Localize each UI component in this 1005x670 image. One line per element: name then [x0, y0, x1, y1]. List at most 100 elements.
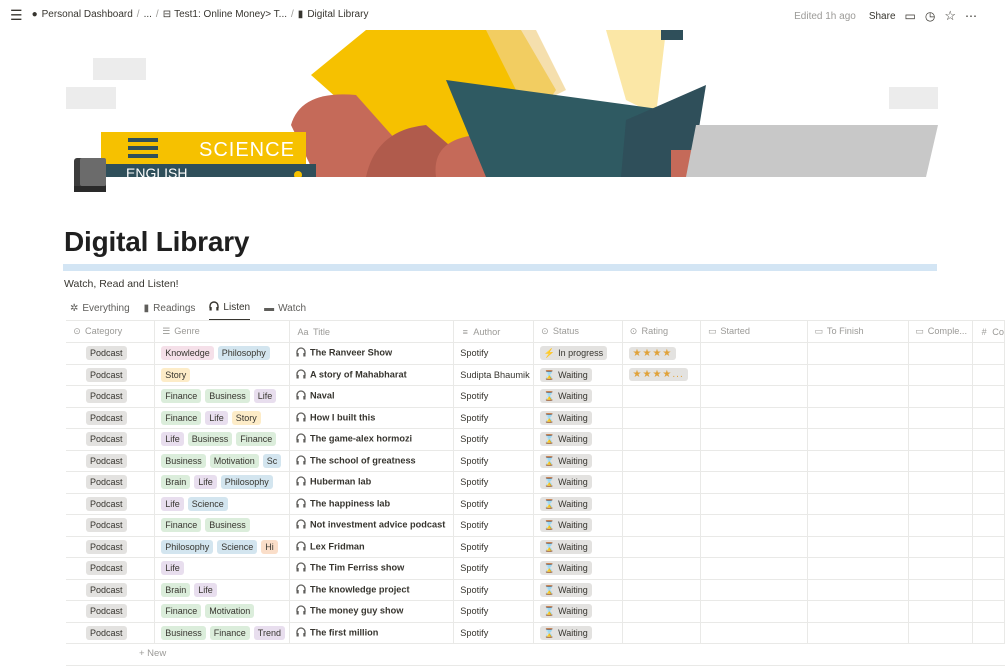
- cell-rating[interactable]: [622, 385, 702, 408]
- cell-started[interactable]: [700, 557, 808, 580]
- more-icon[interactable]: ⋯: [965, 9, 977, 23]
- cell-category[interactable]: Podcast: [66, 428, 156, 451]
- cell-title[interactable]: How I built this: [289, 407, 455, 429]
- column-header-5[interactable]: ⊙ Rating: [622, 321, 702, 343]
- cell-author[interactable]: Spotify: [453, 557, 534, 580]
- cell-to-finish[interactable]: [807, 622, 909, 644]
- cell-count[interactable]: [972, 364, 1005, 386]
- cell-author[interactable]: Spotify: [453, 600, 534, 623]
- cell-status[interactable]: ⌛ Waiting: [533, 471, 623, 494]
- cell-rating[interactable]: ★★★★: [622, 342, 702, 365]
- cell-author[interactable]: Spotify: [453, 342, 534, 365]
- cell-category[interactable]: Podcast: [66, 471, 156, 494]
- cell-genre[interactable]: Story: [154, 364, 290, 386]
- table-row[interactable]: Podcast Life Science The happiness lab Spoti…: [66, 493, 1005, 515]
- cell-to-finish[interactable]: [807, 536, 909, 558]
- cell-status[interactable]: ⌛ Waiting: [533, 450, 623, 472]
- table-row[interactable]: Podcast Business Motivation Sc The school of…: [66, 450, 1005, 472]
- cell-category[interactable]: Podcast: [66, 622, 156, 644]
- column-header-0[interactable]: ⊙ Category: [66, 321, 156, 343]
- cell-rating[interactable]: [622, 493, 702, 515]
- cell-completed[interactable]: [908, 493, 974, 515]
- share-button[interactable]: Share: [869, 11, 896, 22]
- tab-listen[interactable]: Listen: [209, 301, 251, 321]
- cell-genre[interactable]: Finance Motivation: [154, 600, 290, 623]
- table-row[interactable]: Podcast Finance Business Life Naval Spotify ⌛ W…: [66, 385, 1005, 408]
- table-row[interactable]: Podcast Finance Motivation The money guy sh…: [66, 600, 1005, 623]
- cell-genre[interactable]: Life Business Finance: [154, 428, 290, 451]
- table-row[interactable]: Podcast Life Business Finance The game-alex …: [66, 428, 1005, 451]
- cell-category[interactable]: Podcast: [66, 536, 156, 558]
- cell-category[interactable]: Podcast: [66, 450, 156, 472]
- breadcrumb-item-test1[interactable]: ⊟ Test1: Online Money> T...: [163, 9, 287, 20]
- cell-completed[interactable]: [908, 600, 974, 623]
- cell-count[interactable]: [972, 342, 1005, 365]
- cell-started[interactable]: [700, 364, 808, 386]
- cell-rating[interactable]: [622, 536, 702, 558]
- cell-started[interactable]: [700, 407, 808, 429]
- cell-author[interactable]: Spotify: [453, 536, 534, 558]
- column-header-4[interactable]: ⊙ Status: [533, 321, 623, 343]
- cell-completed[interactable]: [908, 364, 974, 386]
- cell-category[interactable]: Podcast: [66, 557, 156, 580]
- cell-rating[interactable]: ★★★★...: [622, 364, 702, 386]
- cell-completed[interactable]: [908, 536, 974, 558]
- cell-started[interactable]: [700, 428, 808, 451]
- cell-started[interactable]: [700, 493, 808, 515]
- cell-started[interactable]: [700, 600, 808, 623]
- cell-status[interactable]: ⌛ Waiting: [533, 428, 623, 451]
- cell-count[interactable]: [972, 536, 1005, 558]
- cell-title[interactable]: Not investment advice podcast: [289, 514, 455, 537]
- breadcrumb-item-digital-library[interactable]: ▮ Digital Library: [298, 9, 369, 20]
- breadcrumb-item-ellipsis[interactable]: ...: [144, 9, 152, 20]
- cell-rating[interactable]: [622, 514, 702, 537]
- cell-completed[interactable]: [908, 450, 974, 472]
- cell-status[interactable]: ⌛ Waiting: [533, 385, 623, 408]
- new-row-button[interactable]: + New: [139, 648, 166, 659]
- cell-rating[interactable]: [622, 450, 702, 472]
- table-row[interactable]: Podcast Knowledge Philosophy The Ranveer Sh…: [66, 342, 1005, 365]
- cell-genre[interactable]: Finance Business: [154, 514, 290, 537]
- cell-category[interactable]: Podcast: [66, 364, 156, 386]
- comment-icon[interactable]: ▭: [905, 9, 916, 23]
- cell-category[interactable]: Podcast: [66, 514, 156, 537]
- cell-title[interactable]: The knowledge project: [289, 579, 455, 601]
- table-row[interactable]: Podcast Brain Life Philosophy Huberman lab Sp…: [66, 471, 1005, 494]
- cell-status[interactable]: ⌛ Waiting: [533, 600, 623, 623]
- breadcrumb-item-dashboard[interactable]: ● Personal Dashboard: [32, 9, 133, 20]
- cell-count[interactable]: [972, 428, 1005, 451]
- cell-title[interactable]: Naval: [289, 385, 455, 408]
- cell-category[interactable]: Podcast: [66, 407, 156, 429]
- cell-genre[interactable]: Life Science: [154, 493, 290, 515]
- cell-genre[interactable]: Life: [154, 557, 290, 580]
- cell-title[interactable]: A story of Mahabharat: [289, 364, 455, 386]
- cell-started[interactable]: [700, 342, 808, 365]
- cell-count[interactable]: [972, 407, 1005, 429]
- cell-category[interactable]: Podcast: [66, 579, 156, 601]
- cell-count[interactable]: [972, 514, 1005, 537]
- page-description[interactable]: Watch, Read and Listen!: [64, 278, 179, 290]
- cell-author[interactable]: Spotify: [453, 493, 534, 515]
- cell-category[interactable]: Podcast: [66, 385, 156, 408]
- column-header-3[interactable]: ≡ Author: [453, 321, 534, 343]
- cell-to-finish[interactable]: [807, 579, 909, 601]
- cell-category[interactable]: Podcast: [66, 342, 156, 365]
- table-row[interactable]: Podcast Finance Business Not investment adv…: [66, 514, 1005, 537]
- cell-author[interactable]: Spotify: [453, 450, 534, 472]
- cell-status[interactable]: ⌛ Waiting: [533, 364, 623, 386]
- cell-title[interactable]: The happiness lab: [289, 493, 455, 515]
- cell-to-finish[interactable]: [807, 471, 909, 494]
- cell-status[interactable]: ⌛ Waiting: [533, 407, 623, 429]
- cell-rating[interactable]: [622, 622, 702, 644]
- cell-count[interactable]: [972, 493, 1005, 515]
- cell-title[interactable]: Lex Fridman: [289, 536, 455, 558]
- cell-genre[interactable]: Brain Life Philosophy: [154, 471, 290, 494]
- cell-author[interactable]: Spotify: [453, 428, 534, 451]
- cell-genre[interactable]: Business Motivation Sc: [154, 450, 290, 472]
- cell-rating[interactable]: [622, 407, 702, 429]
- cell-genre[interactable]: Knowledge Philosophy: [154, 342, 290, 365]
- cell-genre[interactable]: Finance Business Life: [154, 385, 290, 408]
- cell-author[interactable]: Spotify: [453, 407, 534, 429]
- cell-author[interactable]: Spotify: [453, 385, 534, 408]
- history-icon[interactable]: ◷: [925, 9, 935, 23]
